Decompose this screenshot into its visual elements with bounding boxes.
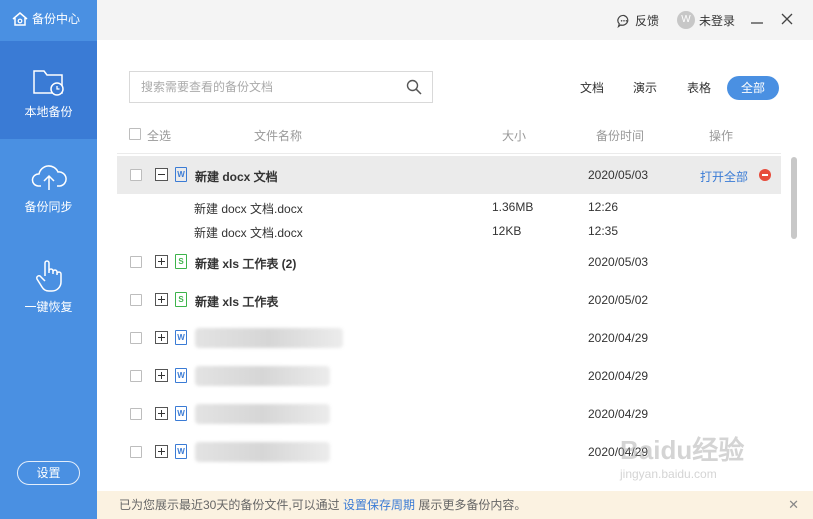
sidebar-item-label: 本地备份 xyxy=(24,105,73,119)
close-icon[interactable] xyxy=(779,11,795,27)
table-row[interactable]: S 新建 xls 工作表 2020/05/02 xyxy=(117,281,781,319)
hand-pointer-icon xyxy=(35,260,62,292)
collapse-icon[interactable] xyxy=(155,168,168,181)
row-checkbox[interactable] xyxy=(130,332,142,344)
select-all-label: 全选 xyxy=(147,129,172,143)
sub-row-name[interactable]: 新建 docx 文档.docx xyxy=(194,224,303,241)
expand-icon[interactable] xyxy=(155,445,168,458)
sub-row-time: 12:26 xyxy=(588,200,619,214)
word-file-icon: W xyxy=(175,444,187,459)
column-header-action: 操作 xyxy=(709,129,734,143)
sidebar-item-label: 一键恢复 xyxy=(24,300,73,314)
table-row[interactable]: W 新建 docx 文档 2020/05/03 打开全部 xyxy=(117,156,781,194)
row-date: 2020/04/29 xyxy=(588,369,649,383)
user-login-button[interactable]: W 未登录 xyxy=(677,11,735,29)
filter-spreadsheets[interactable]: 表格 xyxy=(684,76,714,100)
title-bar: 反馈 W 未登录 xyxy=(97,0,813,40)
redacted-name xyxy=(195,366,330,386)
word-file-icon: W xyxy=(175,330,187,345)
filter-documents[interactable]: 文档 xyxy=(577,76,607,100)
sidebar: 备份中心 本地备份 备份同步 一键恢复 设置 xyxy=(0,0,97,519)
row-checkbox[interactable] xyxy=(130,169,142,181)
set-retention-link[interactable]: 设置保存周期 xyxy=(343,498,415,512)
expand-icon[interactable] xyxy=(155,369,168,382)
close-notice-icon[interactable]: ✕ xyxy=(788,491,799,519)
cloud-upload-icon xyxy=(31,165,67,190)
user-label: 未登录 xyxy=(699,13,736,28)
row-date: 2020/04/29 xyxy=(588,331,649,345)
search-box xyxy=(129,71,433,103)
expand-icon[interactable] xyxy=(155,293,168,306)
sub-row-time: 12:35 xyxy=(588,224,619,238)
settings-button[interactable]: 设置 xyxy=(17,461,80,485)
feedback-button[interactable]: 反馈 xyxy=(617,12,659,29)
table-row[interactable]: W 2020/04/29 xyxy=(117,357,781,395)
chat-bubble-icon xyxy=(617,14,629,28)
feedback-label: 反馈 xyxy=(635,14,660,28)
expand-icon[interactable] xyxy=(155,255,168,268)
select-all-checkbox[interactable] xyxy=(129,128,141,143)
word-file-icon: W xyxy=(175,406,187,421)
open-all-link[interactable]: 打开全部 xyxy=(700,168,748,185)
table-row[interactable]: S 新建 xls 工作表 (2) 2020/05/03 xyxy=(117,243,781,281)
scrollbar[interactable] xyxy=(791,157,797,239)
search-input[interactable] xyxy=(130,72,390,102)
home-icon xyxy=(12,11,28,26)
sidebar-item-one-click-restore[interactable]: 一键恢复 xyxy=(0,258,97,328)
expand-icon[interactable] xyxy=(155,407,168,420)
filter-presentations[interactable]: 演示 xyxy=(630,76,660,100)
delete-icon[interactable] xyxy=(759,169,771,181)
table-row[interactable]: W 2020/04/29 xyxy=(117,319,781,357)
word-file-icon: W xyxy=(175,368,187,383)
redacted-name xyxy=(195,328,343,348)
row-name: 新建 xls 工作表 (2) xyxy=(195,257,297,271)
header-divider xyxy=(117,153,781,154)
column-header-time: 备份时间 xyxy=(596,129,645,143)
table-row[interactable]: W 2020/04/29 xyxy=(117,433,781,471)
word-file-icon: W xyxy=(175,167,187,182)
footer-text-after: 展示更多备份内容。 xyxy=(418,498,527,512)
footer-notice: 已为您展示最近30天的备份文件,可以通过 设置保存周期 展示更多备份内容。 ✕ xyxy=(97,491,813,519)
row-date: 2020/05/02 xyxy=(588,293,649,307)
sidebar-item-label: 备份同步 xyxy=(24,200,73,214)
column-header-name: 文件名称 xyxy=(254,129,303,143)
redacted-name xyxy=(195,404,330,424)
app-logo: 备份中心 xyxy=(12,10,80,27)
expand-icon[interactable] xyxy=(155,331,168,344)
sidebar-item-local-backup[interactable]: 本地备份 xyxy=(0,41,97,139)
sub-row-size: 1.36MB xyxy=(492,200,534,214)
avatar: W xyxy=(677,11,695,29)
minimize-icon[interactable] xyxy=(749,11,765,27)
sub-row-name[interactable]: 新建 docx 文档.docx xyxy=(194,200,303,217)
row-checkbox[interactable] xyxy=(130,294,142,306)
redacted-name xyxy=(195,442,330,462)
folder-clock-icon xyxy=(32,70,64,96)
sidebar-item-backup-sync[interactable]: 备份同步 xyxy=(0,162,97,232)
row-checkbox[interactable] xyxy=(130,256,142,268)
row-date: 2020/05/03 xyxy=(588,168,649,182)
row-date: 2020/05/03 xyxy=(588,255,649,269)
row-date: 2020/04/29 xyxy=(588,407,649,421)
row-checkbox[interactable] xyxy=(130,446,142,458)
app-title: 备份中心 xyxy=(32,12,81,26)
column-header-size: 大小 xyxy=(502,129,527,143)
filter-all[interactable]: 全部 xyxy=(727,76,779,100)
search-icon[interactable] xyxy=(406,79,422,95)
sub-row-size: 12KB xyxy=(492,224,522,238)
row-name: 新建 docx 文档 xyxy=(195,170,278,184)
row-name: 新建 xls 工作表 xyxy=(195,295,279,309)
spreadsheet-file-icon: S xyxy=(175,254,187,269)
row-checkbox[interactable] xyxy=(130,408,142,420)
row-checkbox[interactable] xyxy=(130,370,142,382)
footer-text: 已为您展示最近30天的备份文件,可以通过 xyxy=(119,498,340,512)
row-date: 2020/04/29 xyxy=(588,445,649,459)
table-row[interactable]: W 2020/04/29 xyxy=(117,395,781,433)
spreadsheet-file-icon: S xyxy=(175,292,187,307)
